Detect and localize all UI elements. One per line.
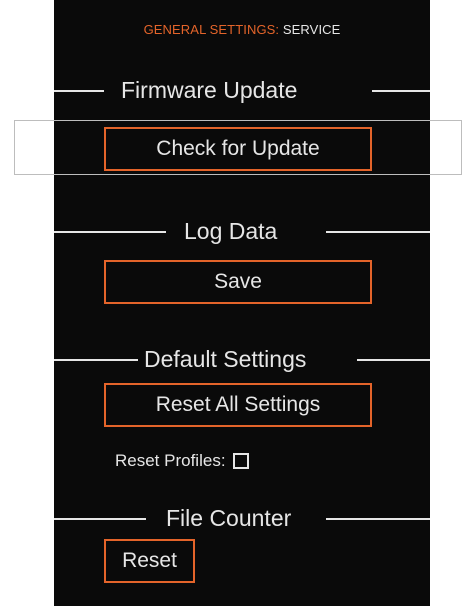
reset-profiles-label: Reset Profiles: [115, 451, 226, 470]
header-category: GENERAL SETTINGS: [143, 22, 280, 37]
reset-profiles-row: Reset Profiles: [115, 448, 249, 474]
reset-profiles-checkbox[interactable] [232, 453, 249, 469]
section-title-counter: File Counter [166, 505, 292, 531]
section-log-data: Log Data [54, 211, 430, 251]
section-default-settings: Default Settings [54, 339, 430, 379]
header-page: SERVICE [282, 22, 341, 37]
divider-line [54, 231, 166, 233]
page-header: GENERAL SETTINGS: SERVICE [54, 22, 430, 37]
save-log-button[interactable]: Save [104, 260, 372, 304]
divider-line [54, 359, 138, 361]
section-title-log: Log Data [184, 218, 278, 244]
section-firmware-update: Firmware Update [54, 70, 430, 110]
section-title-defaults: Default Settings [144, 346, 307, 372]
check-for-update-button[interactable]: Check for Update [104, 127, 372, 171]
divider-line [326, 518, 430, 520]
section-file-counter: File Counter [54, 498, 430, 538]
divider-line [357, 359, 430, 361]
divider-line [54, 518, 146, 520]
reset-file-counter-button[interactable]: Reset [104, 539, 195, 583]
divider-line [372, 90, 430, 92]
divider-line [326, 231, 430, 233]
section-title-firmware: Firmware Update [121, 77, 298, 103]
reset-all-settings-button[interactable]: Reset All Settings [104, 383, 372, 427]
divider-line [54, 90, 104, 92]
